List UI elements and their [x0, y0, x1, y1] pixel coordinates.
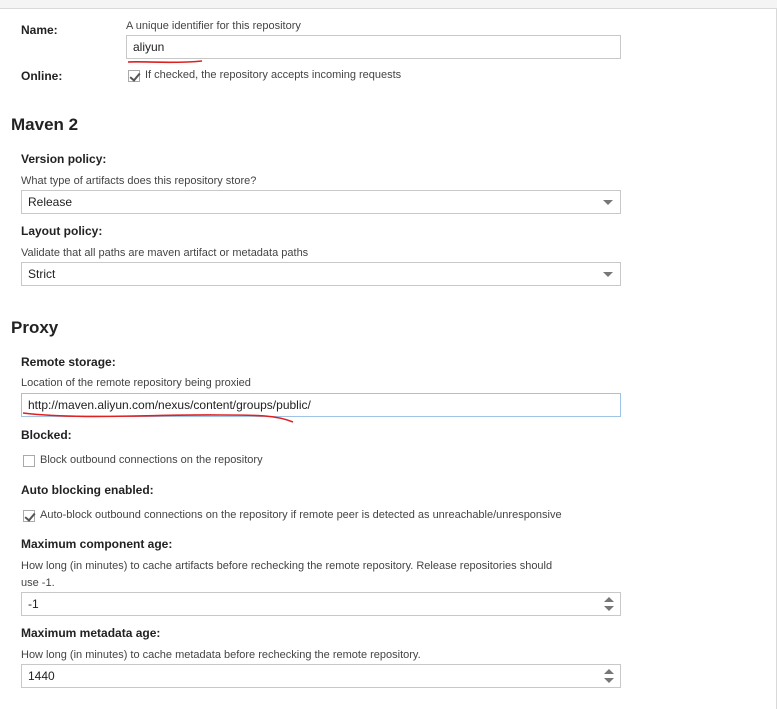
max-component-age-help-1: How long (in minutes) to cache artifacts… — [21, 560, 553, 572]
maven2-section-title: Maven 2 — [11, 115, 79, 134]
name-annotation-underline — [127, 60, 203, 64]
layout-policy-value: Strict — [28, 267, 56, 281]
remote-storage-help: Location of the remote repository being … — [21, 377, 251, 389]
blocked-checkbox[interactable] — [23, 455, 35, 467]
auto-blocking-label: Auto blocking enabled: — [21, 483, 154, 497]
proxy-section-title: Proxy — [11, 318, 59, 337]
spinner-arrows-icon[interactable] — [604, 597, 614, 611]
max-metadata-age-value: 1440 — [28, 669, 55, 683]
version-policy-help: What type of artifacts does this reposit… — [21, 175, 257, 187]
spinner-arrows-icon[interactable] — [604, 669, 614, 683]
auto-blocking-checkbox[interactable] — [23, 510, 36, 522]
check-icon — [129, 70, 141, 82]
remote-storage-annotation-underline — [22, 412, 294, 423]
layout-policy-help: Validate that all paths are maven artifa… — [21, 247, 309, 259]
max-metadata-age-input[interactable]: 1440 — [21, 664, 621, 688]
version-policy-value: Release — [28, 195, 73, 209]
name-label: Name: — [21, 23, 58, 37]
chevron-down-icon[interactable] — [603, 272, 613, 277]
chevron-down-icon[interactable] — [603, 200, 613, 205]
online-checkbox[interactable] — [128, 70, 141, 82]
blocked-checkbox-text: Block outbound connections on the reposi… — [40, 454, 263, 466]
max-component-age-label: Maximum component age: — [21, 537, 173, 551]
max-metadata-age-label: Maximum metadata age: — [21, 626, 161, 640]
version-policy-label: Version policy: — [21, 152, 107, 166]
check-icon — [24, 510, 36, 522]
name-help-text: A unique identifier for this repository — [126, 20, 301, 32]
layout-policy-label: Layout policy: — [21, 224, 103, 238]
remote-storage-label: Remote storage: — [21, 355, 116, 369]
auto-blocking-checkbox-text: Auto-block outbound connections on the r… — [40, 509, 562, 521]
online-label: Online: — [21, 69, 63, 83]
max-component-age-input[interactable]: -1 — [21, 592, 621, 616]
max-component-age-help-2: use -1. — [21, 577, 55, 589]
version-policy-select[interactable]: Release — [21, 190, 621, 214]
blocked-label: Blocked: — [21, 428, 72, 442]
name-input[interactable]: aliyun — [126, 35, 621, 59]
online-checkbox-text: If checked, the repository accepts incom… — [145, 69, 402, 81]
layout-policy-select[interactable]: Strict — [21, 262, 621, 286]
max-metadata-age-help: How long (in minutes) to cache metadata … — [21, 649, 421, 661]
max-component-age-value: -1 — [28, 597, 39, 611]
